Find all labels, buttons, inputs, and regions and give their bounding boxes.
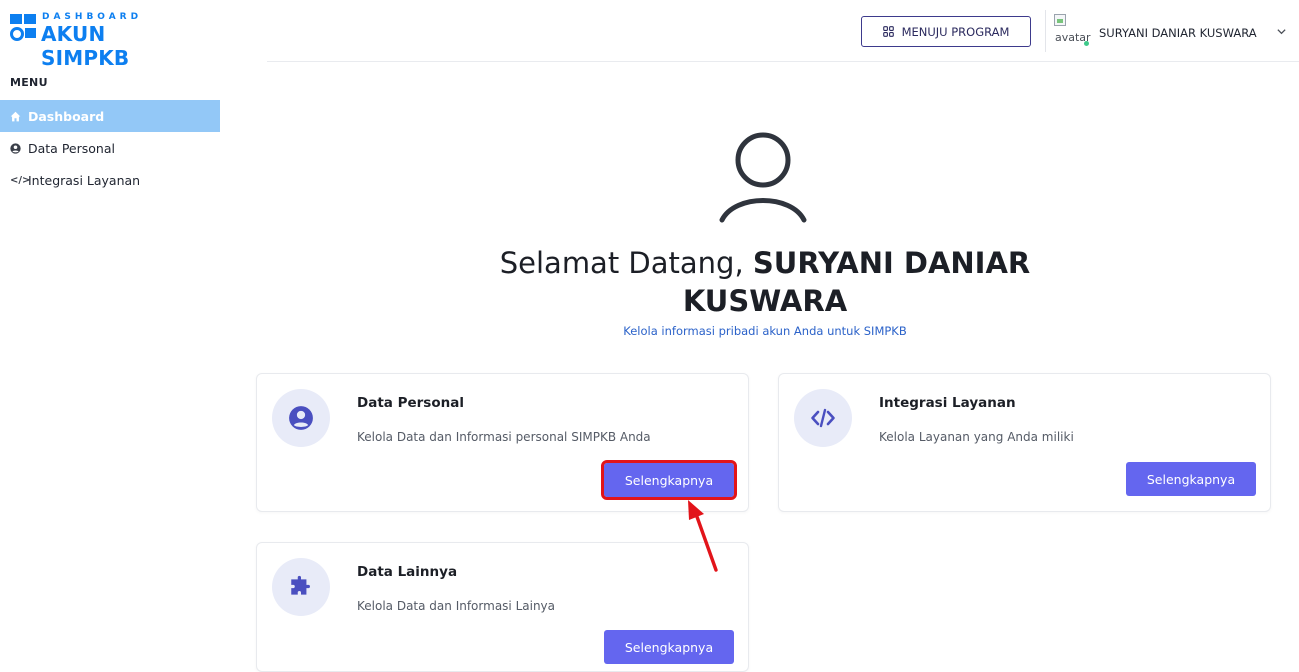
app-logo[interactable]: DASHBOARD AKUN SIMPKB [10,12,190,70]
data-personal-selengkapnya-button[interactable]: Selengkapnya [601,460,737,500]
card-icon-circle [794,389,852,447]
topbar-divider [1045,10,1046,52]
card-title: Data Personal [357,395,464,411]
welcome-subtitle: Kelola informasi pribadi akun Anda untuk… [623,324,907,338]
chevron-down-icon[interactable] [1276,26,1287,37]
card-title: Integrasi Layanan [879,395,1016,411]
annotation-arrow-icon [688,500,718,572]
card-title: Data Lainnya [357,564,458,580]
sidebar-item-label: Dashboard [28,108,105,124]
menu-heading: MENU [10,76,48,89]
sidebar-item-data-personal[interactable]: Data Personal [0,132,220,164]
code-icon [811,408,835,428]
sidebar-item-integrasi-layanan[interactable]: </> Integrasi Layanan [0,164,220,196]
data-lainnya-selengkapnya-button[interactable]: Selengkapnya [604,630,734,664]
card-description: Kelola Layanan yang Anda miliki [879,430,1074,444]
user-circle-icon [289,406,313,430]
online-status-dot [1084,41,1089,46]
logo-title: AKUN SIMPKB [41,22,130,70]
menuju-program-button[interactable]: MENUJU PROGRAM [861,16,1031,47]
card-icon-circle [272,389,330,447]
sidebar-item-label: Data Personal [28,140,115,156]
welcome-greeting: Selamat Datang, [499,246,753,280]
user-outline-icon [719,132,807,223]
broken-image-icon [1054,14,1066,26]
card-description: Kelola Data dan Informasi Lainya [357,599,555,613]
code-icon: </> [10,174,31,186]
sidebar-item-dashboard[interactable]: Dashboard [0,100,220,132]
integrasi-layanan-selengkapnya-button[interactable]: Selengkapnya [1126,462,1256,496]
card-data-personal: Data Personal Kelola Data dan Informasi … [256,373,749,512]
grid-icon [882,26,894,37]
welcome-heading: Selamat Datang, SURYANI DANIAR KUSWARA [455,244,1075,320]
user-circle-icon [10,142,28,154]
home-icon [10,111,28,122]
topbar-divider-line [267,61,1299,62]
avatar[interactable]: avatar [1054,14,1092,50]
user-name[interactable]: SURYANI DANIAR KUSWARA [1099,26,1257,40]
menuju-program-label: MENUJU PROGRAM [901,24,1010,39]
card-description: Kelola Data dan Informasi personal SIMPK… [357,430,651,444]
card-integrasi-layanan: Integrasi Layanan Kelola Layanan yang An… [778,373,1271,512]
sidebar-item-label: Integrasi Layanan [28,172,141,188]
puzzle-icon [291,575,310,595]
logo-mark-icon [10,12,37,48]
card-icon-circle [272,558,330,616]
